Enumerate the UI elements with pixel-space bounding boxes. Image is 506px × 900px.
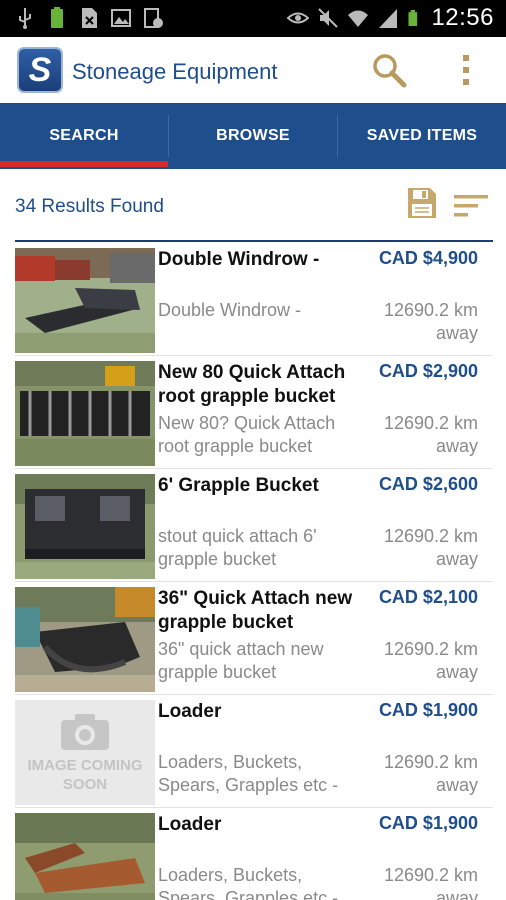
camera-icon	[61, 713, 109, 750]
listing-description: Loaders, Buckets, Spears, Grapples etc -	[158, 752, 339, 795]
tab-browse[interactable]: BROWSE	[169, 103, 337, 169]
logo-letter: S	[28, 51, 52, 89]
listing-title: Double Windrow -	[158, 249, 320, 270]
list-top-rule	[15, 240, 493, 242]
image-placeholder: IMAGE COMING SOON	[15, 700, 155, 805]
listing-thumbnail	[15, 813, 155, 900]
list-item[interactable]: 6' Grapple Bucket CAD $2,600 stout quick…	[15, 469, 493, 582]
file-icon	[82, 8, 97, 28]
overflow-menu-icon[interactable]	[454, 51, 478, 89]
listing-price: CAD $1,900	[378, 813, 478, 833]
listing-thumbnail	[15, 361, 155, 466]
list-item[interactable]: IMAGE COMING SOON Loader CAD $1,900 Load…	[15, 695, 493, 808]
sort-icon[interactable]	[454, 193, 488, 219]
listing-distance: 12690.2 km away	[383, 639, 478, 682]
listing-description: 36" quick attach new grapple bucket	[158, 639, 324, 682]
listing-price: CAD $2,900	[378, 361, 478, 381]
image-icon	[111, 9, 131, 27]
tab-saved-items[interactable]: SAVED ITEMS	[338, 103, 506, 169]
listing-title: 36" Quick Attach new grapple bucket	[158, 588, 353, 633]
listing-distance: 12690.2 km away	[383, 752, 478, 795]
list-item[interactable]: Loader CAD $1,900 Loaders, Buckets, Spea…	[15, 808, 493, 900]
list-item[interactable]: New 80 Quick Attach root grapple bucket …	[15, 356, 493, 469]
battery-icon	[408, 10, 418, 26]
list-item[interactable]: Double Windrow - CAD $4,900 Double Windr…	[15, 243, 493, 356]
listing-thumbnail	[15, 248, 155, 353]
status-bar: 12:56	[0, 0, 506, 37]
listing-price: CAD $2,600	[378, 474, 478, 494]
listing-distance: 12690.2 km away	[383, 413, 478, 456]
save-search-icon[interactable]	[406, 186, 438, 220]
tab-underline	[0, 167, 506, 169]
wifi-icon	[348, 10, 369, 27]
list-item[interactable]: 36" Quick Attach new grapple bucket CAD …	[15, 582, 493, 695]
app-title: Stoneage Equipment	[72, 59, 278, 84]
listing-distance: 12690.2 km away	[383, 865, 478, 900]
usb-icon	[19, 8, 31, 29]
search-icon[interactable]	[370, 51, 408, 89]
results-list: Double Windrow - CAD $4,900 Double Windr…	[15, 243, 493, 900]
listing-title: Loader	[158, 814, 222, 835]
listing-description: New 80? Quick Attach root grapple bucket	[158, 413, 336, 456]
listing-thumbnail	[15, 474, 155, 579]
app-logo[interactable]: S	[17, 47, 63, 93]
listing-title: 6' Grapple Bucket	[158, 475, 319, 496]
listing-description: Double Windrow -	[158, 300, 302, 320]
listing-distance: 12690.2 km away	[383, 526, 478, 569]
listing-description: stout quick attach 6' grapple bucket	[158, 526, 317, 569]
tab-bar: SEARCH BROWSE SAVED ITEMS	[0, 103, 506, 169]
listing-title: Loader	[158, 701, 222, 722]
battery-small-icon	[51, 7, 63, 28]
listing-title: New 80 Quick Attach root grapple bucket	[158, 362, 346, 407]
tab-search[interactable]: SEARCH	[0, 103, 168, 169]
mute-icon	[318, 8, 339, 28]
listing-price: CAD $4,900	[378, 248, 478, 268]
listing-distance: 12690.2 km away	[383, 300, 478, 343]
listing-thumbnail	[15, 587, 155, 692]
placeholder-text: IMAGE COMING SOON	[27, 756, 143, 793]
results-count: 34 Results Found	[15, 196, 164, 217]
listing-price: CAD $1,900	[378, 700, 478, 720]
sync-icon	[144, 8, 163, 28]
listing-price: CAD $2,100	[378, 587, 478, 607]
app-bar: S Stoneage Equipment	[0, 37, 506, 103]
eye-icon	[287, 12, 310, 24]
listing-description: Loaders, Buckets, Spears, Grapples etc -	[158, 865, 339, 900]
status-time: 12:56	[431, 4, 494, 31]
signal-icon	[379, 9, 398, 28]
